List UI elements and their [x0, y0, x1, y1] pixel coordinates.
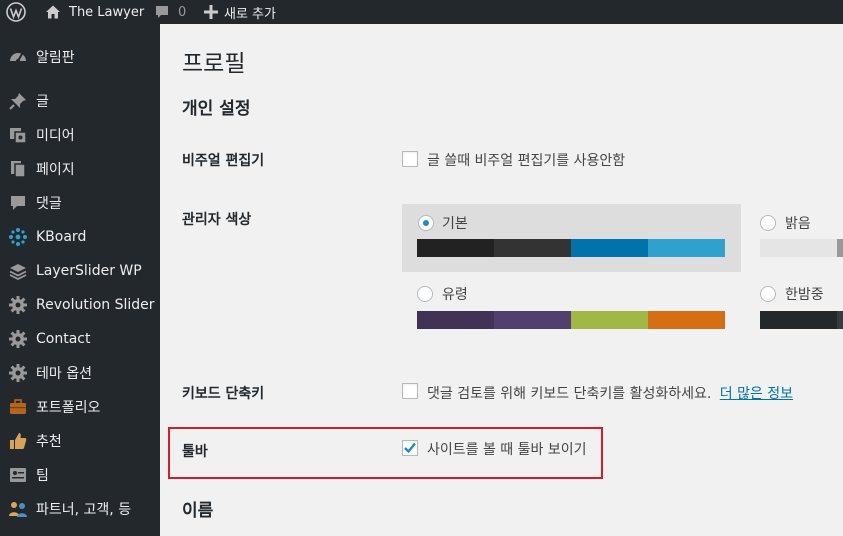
sidebar-item-portfolio[interactable]: 포트폴리오 [0, 390, 160, 424]
color-swatch [760, 239, 837, 257]
sidebar-item-label: Contact [36, 331, 91, 347]
keyboard-shortcuts-text: 댓글 검토를 위해 키보드 단축키를 활성화하세요. 더 많은 정보 [427, 383, 793, 403]
layers-icon [8, 261, 28, 281]
sidebar-item-label: 댓글 [36, 196, 62, 212]
color-scheme-default[interactable]: 기본 [402, 204, 741, 272]
pin-icon [8, 91, 28, 111]
color-swatch [760, 311, 837, 329]
sidebar-item-posts[interactable]: 글 [0, 84, 160, 118]
sidebar-item-label: LayerSlider WP [36, 263, 142, 279]
color-swatch [648, 311, 725, 329]
sidebar-item-theme-options[interactable]: 테마 옵션 [0, 356, 160, 390]
color-swatch [417, 311, 494, 329]
comment-bubble-icon [156, 6, 168, 18]
color-swatch [571, 239, 648, 257]
thumbs-up-icon [8, 431, 28, 451]
sidebar-item-layerslider[interactable]: LayerSlider WP [0, 254, 160, 288]
visual-editor-label: 비주얼 편집기 [182, 153, 265, 169]
new-content-link[interactable]: 새로 추가 [204, 0, 276, 24]
color-swatch [648, 239, 725, 257]
admin-sidebar: 알림판 글 미디어 페이지 댓글 KBoard LayerSlider WP R… [0, 24, 160, 536]
section-personal-options: 개인 설정 [182, 99, 251, 119]
color-scheme-light-name: 밝음 [785, 216, 811, 232]
sidebar-item-partners[interactable]: 파트너, 고객, 등 [0, 492, 160, 526]
checkmark-icon [404, 442, 416, 454]
comments-icon [8, 193, 28, 213]
sidebar-item-label: 글 [36, 94, 49, 110]
gear-icon [8, 295, 28, 315]
color-scheme-light-radio[interactable] [760, 215, 776, 231]
visual-editor-text: 글 쓸때 비주얼 편집기를 사용안함 [427, 153, 626, 169]
sidebar-item-testimonials[interactable]: 추천 [0, 424, 160, 458]
site-name-link[interactable]: The Lawyer [44, 0, 144, 24]
admin-color-label: 관리자 색상 [182, 212, 252, 228]
plus-icon [204, 5, 218, 19]
new-content-label: 새로 추가 [224, 6, 276, 22]
sidebar-item-comments[interactable]: 댓글 [0, 186, 160, 220]
sidebar-item-label: 팀 [36, 468, 49, 484]
sidebar-item-dashboard[interactable]: 알림판 [0, 40, 160, 74]
sidebar-item-label: 알림판 [36, 50, 75, 66]
keyboard-shortcuts-description: 댓글 검토를 위해 키보드 단축키를 활성화하세요. [427, 386, 712, 402]
visual-editor-checkbox[interactable] [402, 151, 418, 167]
sidebar-item-label: 페이지 [36, 162, 75, 178]
comments-count: 0 [178, 4, 187, 20]
sidebar-item-label: 파트너, 고객, 등 [36, 502, 132, 518]
color-scheme-ectoplasm-name: 유령 [442, 287, 468, 303]
color-swatch [837, 311, 843, 329]
keyboard-shortcuts-label: 키보드 단축키 [182, 386, 265, 402]
sidebar-item-label: 포트폴리오 [36, 400, 101, 416]
sidebar-item-label: 미디어 [36, 128, 75, 144]
color-swatch [494, 311, 571, 329]
section-name: 이름 [182, 501, 214, 521]
sidebar-item-label: Revolution Slider [36, 297, 155, 313]
sidebar-item-contact[interactable]: Contact [0, 322, 160, 356]
partners-icon [8, 499, 28, 519]
gear-icon [8, 363, 28, 383]
profile-content: 프로필 개인 설정 비주얼 편집기 글 쓸때 비주얼 편집기를 사용안함 관리자… [160, 24, 843, 536]
more-info-link[interactable]: 더 많은 정보 [720, 386, 793, 402]
dashboard-icon [8, 47, 28, 67]
media-icon [8, 125, 28, 145]
color-swatch [494, 239, 571, 257]
keyboard-shortcuts-checkbox[interactable] [402, 383, 418, 399]
team-icon [8, 465, 28, 485]
comments-link[interactable]: 0 [154, 0, 186, 24]
home-icon [46, 5, 60, 19]
color-swatch [417, 239, 494, 257]
toolbar-text: 사이트를 볼 때 툴바 보이기 [427, 442, 587, 458]
color-scheme-midnight-name: 한밤중 [785, 287, 824, 303]
sidebar-item-media[interactable]: 미디어 [0, 118, 160, 152]
gear-icon [8, 329, 28, 349]
sidebar-item-label: KBoard [36, 229, 87, 245]
color-swatch [571, 311, 648, 329]
pages-icon [8, 159, 28, 179]
admin-bar: The Lawyer 0 새로 추가 [0, 0, 843, 24]
toolbar-checkbox[interactable] [402, 440, 418, 456]
color-scheme-ectoplasm-radio[interactable] [417, 286, 433, 302]
sidebar-item-label: 추천 [36, 434, 62, 450]
toolbar-label: 툴바 [182, 444, 208, 460]
sidebar-item-revolution-slider[interactable]: Revolution Slider [0, 288, 160, 322]
site-name: The Lawyer [69, 4, 145, 20]
color-scheme-default-name: 기본 [442, 216, 468, 232]
color-scheme-midnight-radio[interactable] [760, 286, 776, 302]
sidebar-item-label: 테마 옵션 [36, 366, 92, 382]
sidebar-item-team[interactable]: 팀 [0, 458, 160, 492]
kboard-icon [8, 227, 28, 247]
sidebar-item-kboard[interactable]: KBoard [0, 220, 160, 254]
color-swatch [837, 239, 843, 257]
briefcase-icon [8, 397, 28, 417]
page-title: 프로필 [182, 51, 246, 77]
wordpress-logo-icon[interactable] [6, 0, 26, 24]
color-scheme-default-radio[interactable] [418, 215, 434, 231]
sidebar-item-pages[interactable]: 페이지 [0, 152, 160, 186]
